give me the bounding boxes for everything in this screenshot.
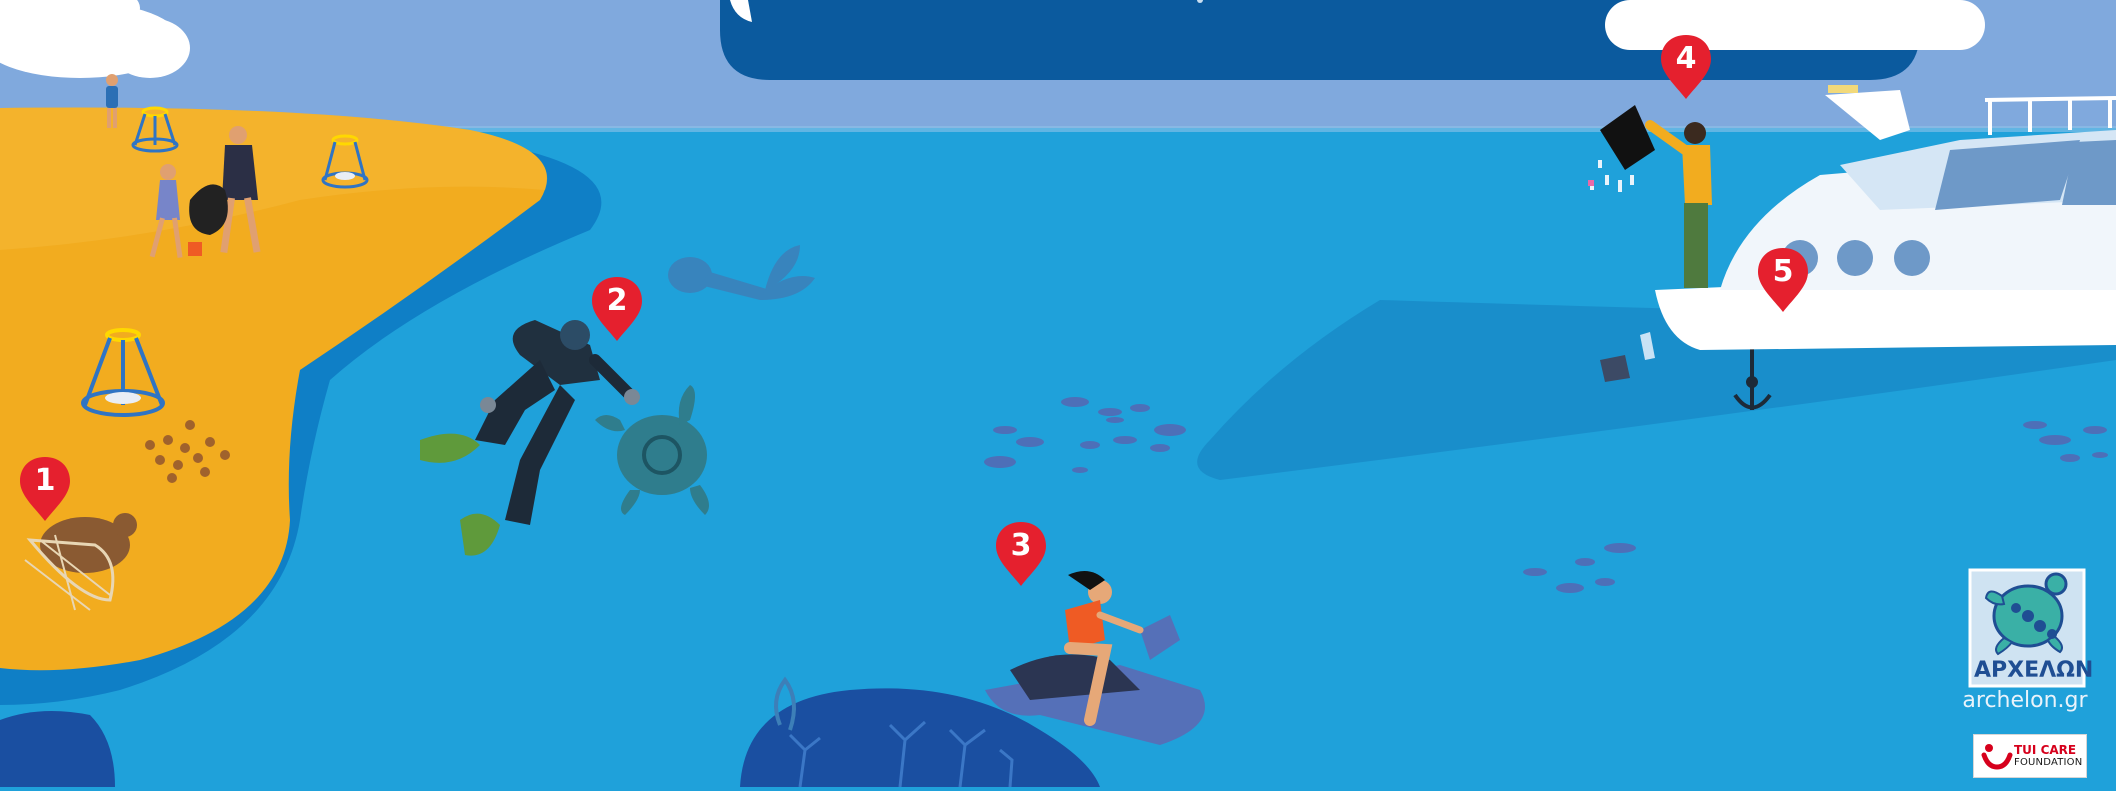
- marker-5: 5: [1756, 246, 1810, 316]
- marker-4: 4: [1659, 33, 1713, 103]
- marker-5-label: 5: [1772, 254, 1794, 289]
- marker-3: 3: [994, 520, 1048, 590]
- tui-foundation-label: FOUNDATION: [2014, 757, 2083, 768]
- illustration-scene: [0, 0, 2116, 788]
- marker-2-label: 2: [606, 283, 628, 318]
- archelon-logo-text: ΑΡΧΕΛΩΝ: [1974, 658, 2094, 683]
- tui-smile-icon: [1981, 744, 2013, 770]
- tui-care-foundation-logo: TUI CARE FOUNDATION: [1973, 734, 2087, 778]
- marker-1-label: 1: [34, 463, 56, 498]
- website-link[interactable]: archelon.gr: [1960, 688, 2090, 713]
- scene-svg: [0, 0, 2116, 788]
- marker-4-label: 4: [1675, 41, 1697, 76]
- marker-1: 1: [18, 455, 72, 525]
- marker-2: 2: [590, 275, 644, 345]
- marker-3-label: 3: [1010, 528, 1032, 563]
- tui-care-label: TUI CARE: [2014, 743, 2077, 757]
